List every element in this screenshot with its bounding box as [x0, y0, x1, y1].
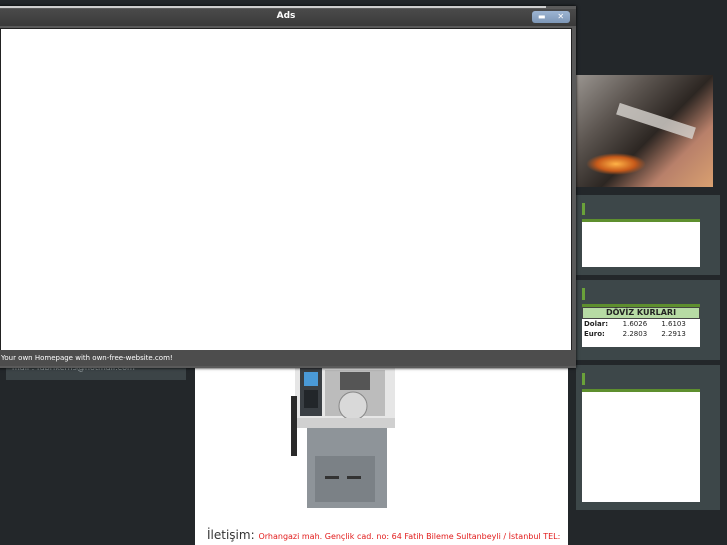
right-sidebar: DÖVİZ KURLARI Dolar: 1.6026 1.6103 Euro:…: [576, 0, 727, 545]
box-marker: [582, 373, 585, 385]
minimize-icon[interactable]: ▬: [538, 12, 546, 22]
rate-row: Euro: 2.2803 2.2913: [582, 329, 700, 339]
ads-content-area[interactable]: [0, 28, 572, 351]
rate-row: Dolar: 1.6026 1.6103: [582, 319, 700, 329]
rate-name: Euro:: [584, 330, 605, 338]
window-top-line: [0, 6, 546, 8]
grinding-machine-image: [291, 366, 395, 508]
box-marker: [582, 203, 585, 215]
rate-buy: 2.2803: [622, 330, 648, 338]
close-icon[interactable]: ✕: [557, 12, 564, 22]
sidebar-box-3-content: [582, 389, 700, 502]
sidebar-box-1-content: [582, 219, 700, 267]
ads-titlebar[interactable]: Ads ▬ ✕: [0, 9, 576, 26]
sidebar-box-rates: DÖVİZ KURLARI Dolar: 1.6026 1.6103 Euro:…: [576, 280, 720, 360]
sidebar-photo: [576, 75, 713, 187]
rates-title: DÖVİZ KURLARI: [582, 307, 700, 319]
window-controls: ▬ ✕: [532, 11, 570, 23]
sidebar-box-1: [576, 195, 720, 275]
contact-line: İletişim: Orhangazi mah. Gençlik cad. no…: [207, 528, 560, 542]
box-marker: [582, 288, 585, 300]
contact-label: İletişim:: [207, 528, 255, 542]
contact-address: Orhangazi mah. Gençlik cad. no: 64 Fatih…: [258, 532, 561, 541]
main-content: İletişim: Orhangazi mah. Gençlik cad. no…: [195, 366, 568, 545]
ads-status-bar[interactable]: Your own Homepage with own-free-website.…: [0, 350, 576, 366]
rate-name: Dolar:: [584, 320, 608, 328]
rate-sell: 1.6103: [661, 320, 686, 328]
ads-status-link[interactable]: Your own Homepage with own-free-website.…: [1, 354, 173, 362]
rate-sell: 2.2913: [661, 330, 686, 338]
currency-rates-widget: DÖVİZ KURLARI Dolar: 1.6026 1.6103 Euro:…: [582, 304, 700, 347]
rate-buy: 1.6026: [622, 320, 648, 328]
ads-popup-window[interactable]: Ads ▬ ✕ Your own Homepage with own-free-…: [0, 6, 576, 368]
sidebar-box-3: [576, 365, 720, 510]
ads-window-title: Ads: [276, 11, 296, 21]
